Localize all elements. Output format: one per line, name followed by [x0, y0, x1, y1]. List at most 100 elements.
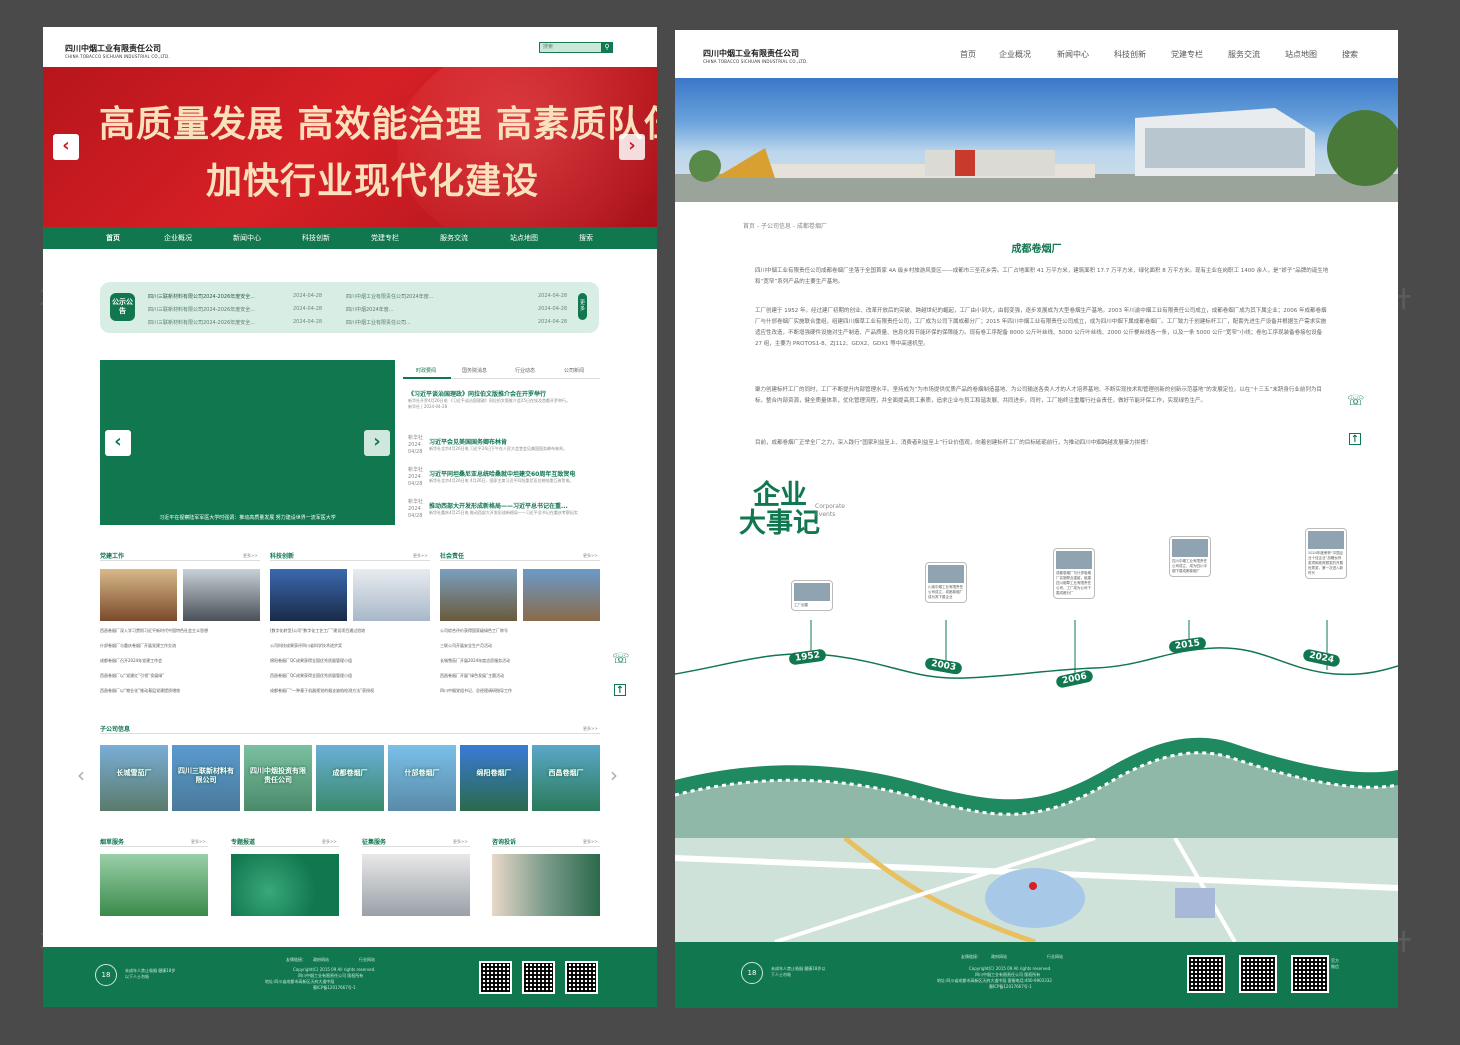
list-item[interactable]: 绵阳卷烟厂QC成果获得全国优秀质量管理小组 — [270, 658, 352, 664]
section-image[interactable] — [183, 569, 260, 621]
tab-company[interactable]: 公司新闻 — [564, 367, 584, 374]
news-item[interactable]: 习近平同坦桑尼亚总统哈桑就中坦建交60周年互致贺电 新华社北京4月26日电 4月… — [429, 469, 599, 484]
news-item[interactable]: 推动西部大开发形成新格局——习近平总书记在重... 新华社重庆4月25日电 推动… — [429, 501, 599, 516]
section-title-tobacco-service[interactable]: 烟草服务 — [100, 837, 124, 846]
next-arrow-icon[interactable]: › — [619, 134, 645, 160]
section-title-subsidiary[interactable]: 子公司信息 — [100, 724, 130, 733]
list-item[interactable]: 西昌卷烟厂开展“绿色发展”主题活动 — [440, 673, 504, 679]
footer-link-industry[interactable]: 行业网站 — [359, 957, 375, 963]
section-more-link[interactable]: 更多>> — [413, 553, 428, 559]
list-item[interactable]: 西昌卷烟厂QC成果获得全国优秀质量管理小组 — [270, 673, 352, 679]
list-item[interactable]: [数字化转型]公司“数字化工艺工厂”建设项目通过验收 — [270, 628, 365, 634]
nav-item-sitemap[interactable]: 站点地图 — [510, 227, 538, 249]
subsidiary-card[interactable]: 四川三联新材料有限公司 — [172, 745, 240, 811]
prev-arrow-icon[interactable]: ‹ — [77, 763, 85, 787]
nav-item-search[interactable]: 搜索 — [579, 227, 593, 249]
nav-item-home[interactable]: 首页 — [960, 49, 976, 60]
timeline-card[interactable]: 2024年度荣获“中国企业十佳企业”战略伙伴奖项和政府颁发的开展优秀奖，第一次进… — [1305, 528, 1347, 579]
news-title[interactable]: 推动西部大开发形成新格局——习近平总书记在重... — [429, 501, 599, 510]
subsidiary-card[interactable]: 绵阳卷烟厂 — [460, 745, 528, 811]
nav-item-about[interactable]: 企业概况 — [999, 49, 1031, 60]
breadcrumb[interactable]: 首页 - 子公司信息 - 成都卷烟厂 — [743, 221, 827, 230]
section-title-special-report[interactable]: 专题报道 — [231, 837, 255, 846]
service-image[interactable] — [100, 854, 208, 916]
section-title-party[interactable]: 党建工作 — [100, 551, 124, 560]
notice-item[interactable]: 四川三联新材料有限公司2024-2026年度安全... — [148, 293, 255, 300]
nav-item-news[interactable]: 新闻中心 — [233, 227, 261, 249]
news-title[interactable]: 习近平会见美国国务卿布林肯 — [429, 437, 599, 446]
notice-item[interactable]: 四川三联新材料有限公司2024-2026年度安全... — [148, 306, 255, 313]
timeline-card[interactable]: 成都卷烟厂与什邡卷烟厂实施联合重组，组建四川烟草工业有限责任公司，工厂成为公司下… — [1053, 548, 1095, 599]
nav-item-party[interactable]: 党建专栏 — [371, 227, 399, 249]
next-arrow-icon[interactable]: › — [364, 430, 390, 456]
section-image[interactable] — [523, 569, 600, 621]
nav-item-tech[interactable]: 科技创新 — [302, 227, 330, 249]
news-item[interactable]: 习近平会见美国国务卿布林肯 新华社北京4月26日电 习近平26日下午在人民大会堂… — [429, 437, 599, 452]
nav-item-news[interactable]: 新闻中心 — [1057, 49, 1089, 60]
list-item[interactable]: 三联公司开展安全生产月活动 — [440, 643, 492, 649]
section-more-link[interactable]: 更多>> — [322, 839, 337, 845]
list-item[interactable]: 西昌卷烟厂以“党建红”引领“发展绿” — [100, 673, 164, 679]
prev-arrow-icon[interactable]: ‹ — [53, 134, 79, 160]
section-more-link[interactable]: 更多>> — [453, 839, 468, 845]
section-title-collection[interactable]: 征集服务 — [362, 837, 386, 846]
footer-link-industry[interactable]: 行业网站 — [1047, 954, 1063, 960]
section-more-link[interactable]: 更多>> — [583, 726, 598, 732]
headset-icon[interactable]: ☏ — [1347, 393, 1365, 409]
section-image[interactable] — [100, 569, 177, 621]
section-more-link[interactable]: 更多>> — [191, 839, 206, 845]
notice-item[interactable]: 四川中烟2024年度... — [346, 306, 394, 313]
section-title-tech[interactable]: 科技创新 — [270, 551, 294, 560]
section-more-link[interactable]: 更多>> — [243, 553, 258, 559]
notice-item[interactable]: 四川中烟工业有限责任公司... — [346, 319, 411, 326]
news-title[interactable]: 《习近平谈治国理政》同拉伯文版推介会在开罗举行 — [408, 389, 598, 398]
section-more-link[interactable]: 更多>> — [583, 839, 598, 845]
subsidiary-card[interactable]: 四川中烟投资有限责任公司 — [244, 745, 312, 811]
section-image[interactable] — [270, 569, 347, 621]
service-image[interactable] — [492, 854, 600, 916]
section-title-csr[interactable]: 社会责任 — [440, 551, 464, 560]
nav-item-tech[interactable]: 科技创新 — [1114, 49, 1146, 60]
back-to-top-icon[interactable]: ↑ — [1349, 433, 1361, 445]
news-item[interactable]: 《习近平谈治国理政》同拉伯文版推介会在开罗举行 新华社开罗4月26日电 《习近平… — [408, 389, 598, 410]
list-item[interactable]: 长城雪茄厂开展2024年度志愿服务活动 — [440, 658, 510, 664]
section-more-link[interactable]: 更多>> — [583, 553, 598, 559]
nav-item-party[interactable]: 党建专栏 — [1171, 49, 1203, 60]
news-carousel[interactable]: ‹ › 习近平在视察陆军军医大学时强调：推动高质量发展 努力建设世界一流军医大学 — [100, 360, 395, 525]
list-item[interactable]: 成都卷烟厂召开2024年党建工作会 — [100, 658, 162, 664]
service-image[interactable] — [362, 854, 470, 916]
section-title-consult[interactable]: 咨询投诉 — [492, 837, 516, 846]
tab-politics[interactable]: 时政要闻 — [416, 367, 436, 374]
search-icon[interactable]: ⚲ — [601, 42, 613, 53]
search-box[interactable]: 搜索 ⚲ — [539, 42, 613, 53]
notice-item[interactable]: 四川中烟工业有限责任公司2024年度... — [346, 293, 434, 300]
list-item[interactable]: 四川中烟党组书记、总经理调研指导工作 — [440, 688, 512, 694]
company-logo[interactable]: 四川中烟工业有限责任公司 CHINA TOBACCO SICHUAN INDUS… — [703, 48, 808, 64]
tab-industry[interactable]: 行业动态 — [515, 367, 535, 374]
tab-state-council[interactable]: 国务院消息 — [462, 367, 487, 374]
list-item[interactable]: 什邡卷烟厂与重庆卷烟厂开展党建工作交流 — [100, 643, 176, 649]
nav-item-sitemap[interactable]: 站点地图 — [1285, 49, 1317, 60]
list-item[interactable]: 公司综合评价获得国家级绿色工厂称号 — [440, 628, 508, 634]
company-logo[interactable]: 四川中烟工业有限责任公司 CHINA TOBACCO SICHUAN INDUS… — [65, 43, 170, 59]
nav-item-about[interactable]: 企业概况 — [164, 227, 192, 249]
list-item[interactable]: 西昌卷烟厂以“物业化”推动基层党建提质增效 — [100, 688, 180, 694]
list-item[interactable]: 公司科技成果获评四川省科学技术进步奖 — [270, 643, 342, 649]
footer-link-gov[interactable]: 政府网站 — [991, 954, 1007, 960]
subsidiary-card[interactable]: 成都卷烟厂 — [316, 745, 384, 811]
footer-link-gov[interactable]: 政府网站 — [313, 957, 329, 963]
subsidiary-card[interactable]: 长城雪茄厂 — [100, 745, 168, 811]
section-image[interactable] — [440, 569, 517, 621]
nav-item-service[interactable]: 服务交流 — [1228, 49, 1260, 60]
back-to-top-icon[interactable]: ↑ — [614, 684, 626, 696]
prev-arrow-icon[interactable]: ‹ — [105, 430, 131, 456]
subsidiary-card[interactable]: 什邡卷烟厂 — [388, 745, 456, 811]
timeline-card[interactable]: 工厂创建 — [791, 580, 833, 611]
list-item[interactable]: 成都卷烟厂“一种基于机器视觉的烟支缺陷检测方法”获授权 — [270, 688, 374, 694]
section-image[interactable] — [353, 569, 430, 621]
list-item[interactable]: 西昌卷烟厂深入学习贯彻习近平新时代中国特色社会主义思想 — [100, 628, 208, 634]
news-title[interactable]: 习近平同坦桑尼亚总统哈桑就中坦建交60周年互致贺电 — [429, 469, 599, 478]
nav-item-home[interactable]: 首页 — [106, 227, 120, 249]
timeline-card[interactable]: 川渝中烟工业有限责任公司成立，成都卷烟厂成为其下属企业 — [925, 562, 967, 603]
service-image[interactable] — [231, 854, 339, 916]
